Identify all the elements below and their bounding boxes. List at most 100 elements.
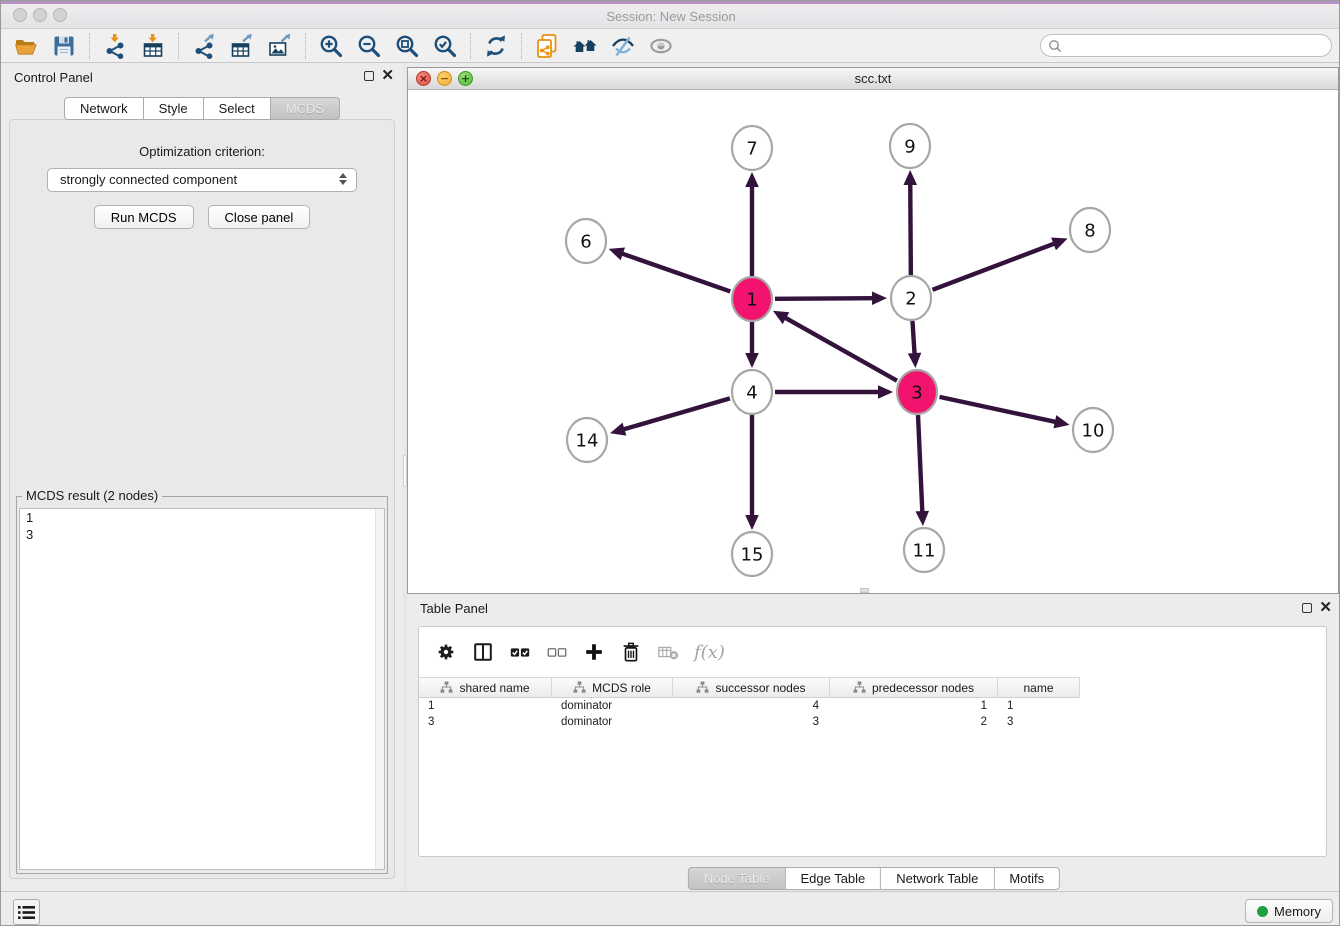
mcds-result-list[interactable]: 13: [19, 508, 385, 870]
table-cell[interactable]: 3: [419, 714, 552, 730]
save-icon[interactable]: [45, 31, 83, 61]
tab-style[interactable]: Style: [144, 97, 204, 120]
column-header-predecessor-nodes[interactable]: predecessor nodes: [830, 678, 998, 697]
graph-node-label: 9: [904, 136, 915, 157]
graph-node-6[interactable]: 6: [566, 219, 606, 263]
graph-edge-4-14[interactable]: [623, 398, 730, 429]
table-cell[interactable]: dominator: [552, 698, 673, 714]
graph-node-7[interactable]: 7: [732, 126, 772, 170]
criterion-dropdown[interactable]: strongly connected component: [47, 168, 357, 192]
float-panel-icon[interactable]: [364, 71, 374, 81]
export-table-icon[interactable]: [223, 31, 261, 61]
graph-node-2[interactable]: 2: [891, 276, 931, 320]
zoom-selected-icon[interactable]: [426, 31, 464, 61]
tab-select[interactable]: Select: [204, 97, 271, 120]
network-document-icon[interactable]: [528, 31, 566, 61]
graph-node-label: 1: [746, 289, 757, 310]
split-columns-icon[interactable]: [472, 641, 494, 663]
select-all-columns-icon[interactable]: [509, 641, 531, 663]
close-panel-button[interactable]: Close panel: [208, 205, 311, 229]
graph-node-15[interactable]: 15: [732, 532, 772, 576]
column-header-successor-nodes[interactable]: successor nodes: [673, 678, 830, 697]
network-canvas[interactable]: 7 9 6 8 1 2 4 3 14 10 15 11: [408, 90, 1338, 593]
split-grip[interactable]: [860, 588, 869, 593]
export-network-icon[interactable]: [185, 31, 223, 61]
result-scrollbar[interactable]: [375, 509, 384, 869]
graph-edge-1-2[interactable]: [775, 298, 874, 299]
table-cell[interactable]: 3: [673, 714, 830, 730]
graph-edge-2-9[interactable]: [910, 183, 911, 275]
network-close-icon[interactable]: ×: [416, 71, 431, 86]
graph-node-9[interactable]: 9: [890, 124, 930, 168]
graph-node-8[interactable]: 8: [1070, 208, 1110, 252]
task-list-button[interactable]: [13, 899, 40, 925]
result-item[interactable]: 1: [20, 509, 384, 526]
search-icon: [1048, 39, 1062, 53]
zoom-fit-icon[interactable]: [388, 31, 426, 61]
tab-node-table[interactable]: Node Table: [688, 867, 786, 890]
table-cell[interactable]: 2: [830, 714, 998, 730]
close-panel-icon[interactable]: ✕: [381, 70, 394, 82]
delete-trash-icon[interactable]: [620, 641, 642, 663]
eye-icon[interactable]: [642, 31, 680, 61]
table-cell[interactable]: 1: [830, 698, 998, 714]
run-mcds-button[interactable]: Run MCDS: [94, 205, 194, 229]
export-image-icon[interactable]: [261, 31, 299, 61]
graph-node-1[interactable]: 1: [732, 277, 772, 321]
table-row[interactable]: 1dominator411: [419, 698, 1080, 714]
zoom-out-icon[interactable]: [350, 31, 388, 61]
tab-network-table[interactable]: Network Table: [881, 867, 994, 890]
main-toolbar: [1, 29, 1340, 63]
graph-node-10[interactable]: 10: [1073, 408, 1113, 452]
graph-edge-2-8[interactable]: [933, 243, 1056, 290]
table-cell[interactable]: 1: [998, 698, 1080, 714]
criterion-value: strongly connected component: [60, 172, 237, 187]
table-cell[interactable]: 1: [419, 698, 552, 714]
open-folder-icon[interactable]: [7, 31, 45, 61]
graph-edge-2-3[interactable]: [912, 321, 914, 355]
column-label: name: [1023, 681, 1053, 695]
close-table-panel-icon[interactable]: ✕: [1319, 602, 1332, 614]
search-input[interactable]: [1062, 37, 1331, 55]
graph-edge-3-1[interactable]: [784, 317, 897, 381]
column-header-mcds-role[interactable]: MCDS role: [552, 678, 673, 697]
table-cell[interactable]: 3: [998, 714, 1080, 730]
table-panel: Table Panel ✕: [407, 596, 1340, 891]
network-maximize-icon[interactable]: +: [458, 71, 473, 86]
table-settings-gear-icon[interactable]: [435, 641, 457, 663]
graph-node-14[interactable]: 14: [567, 418, 607, 462]
graph-edge-3-11[interactable]: [918, 415, 922, 513]
table-cell[interactable]: 4: [673, 698, 830, 714]
window-title: Session: New Session: [1, 1, 1340, 29]
add-column-icon[interactable]: [583, 641, 605, 663]
table-row[interactable]: 3dominator323: [419, 714, 1080, 730]
toolbar-separator: [521, 33, 522, 59]
tab-motifs[interactable]: Motifs: [994, 867, 1060, 890]
network-window-titlebar[interactable]: × − + scc.txt: [408, 68, 1338, 90]
homes-icon[interactable]: [566, 31, 604, 61]
network-graph[interactable]: 7 9 6 8 1 2 4 3 14 10 15 11: [408, 90, 1338, 593]
import-network-icon[interactable]: [96, 31, 134, 61]
import-table-icon[interactable]: [134, 31, 172, 61]
column-header-name[interactable]: name: [998, 678, 1080, 697]
refresh-icon[interactable]: [477, 31, 515, 61]
float-table-panel-icon[interactable]: [1302, 603, 1312, 613]
graph-node-3[interactable]: 3: [897, 370, 937, 414]
tab-network[interactable]: Network: [64, 97, 144, 120]
graph-edge-1-6[interactable]: [621, 253, 730, 291]
unselect-all-columns-icon[interactable]: [546, 641, 568, 663]
tab-mcds[interactable]: MCDS: [271, 97, 340, 120]
eye-slash-icon[interactable]: [604, 31, 642, 61]
tab-edge-table[interactable]: Edge Table: [785, 867, 881, 890]
control-panel-title: Control Panel: [14, 63, 93, 93]
graph-edge-3-10[interactable]: [939, 397, 1056, 422]
network-minimize-icon[interactable]: −: [437, 71, 452, 86]
zoom-in-icon[interactable]: [312, 31, 350, 61]
result-item[interactable]: 3: [20, 526, 384, 543]
dropdown-stepper-icon: [339, 173, 347, 185]
column-header-shared-name[interactable]: shared name: [419, 678, 552, 697]
graph-node-4[interactable]: 4: [732, 370, 772, 414]
graph-node-11[interactable]: 11: [904, 528, 944, 572]
memory-button[interactable]: Memory: [1245, 899, 1333, 923]
table-cell[interactable]: dominator: [552, 714, 673, 730]
